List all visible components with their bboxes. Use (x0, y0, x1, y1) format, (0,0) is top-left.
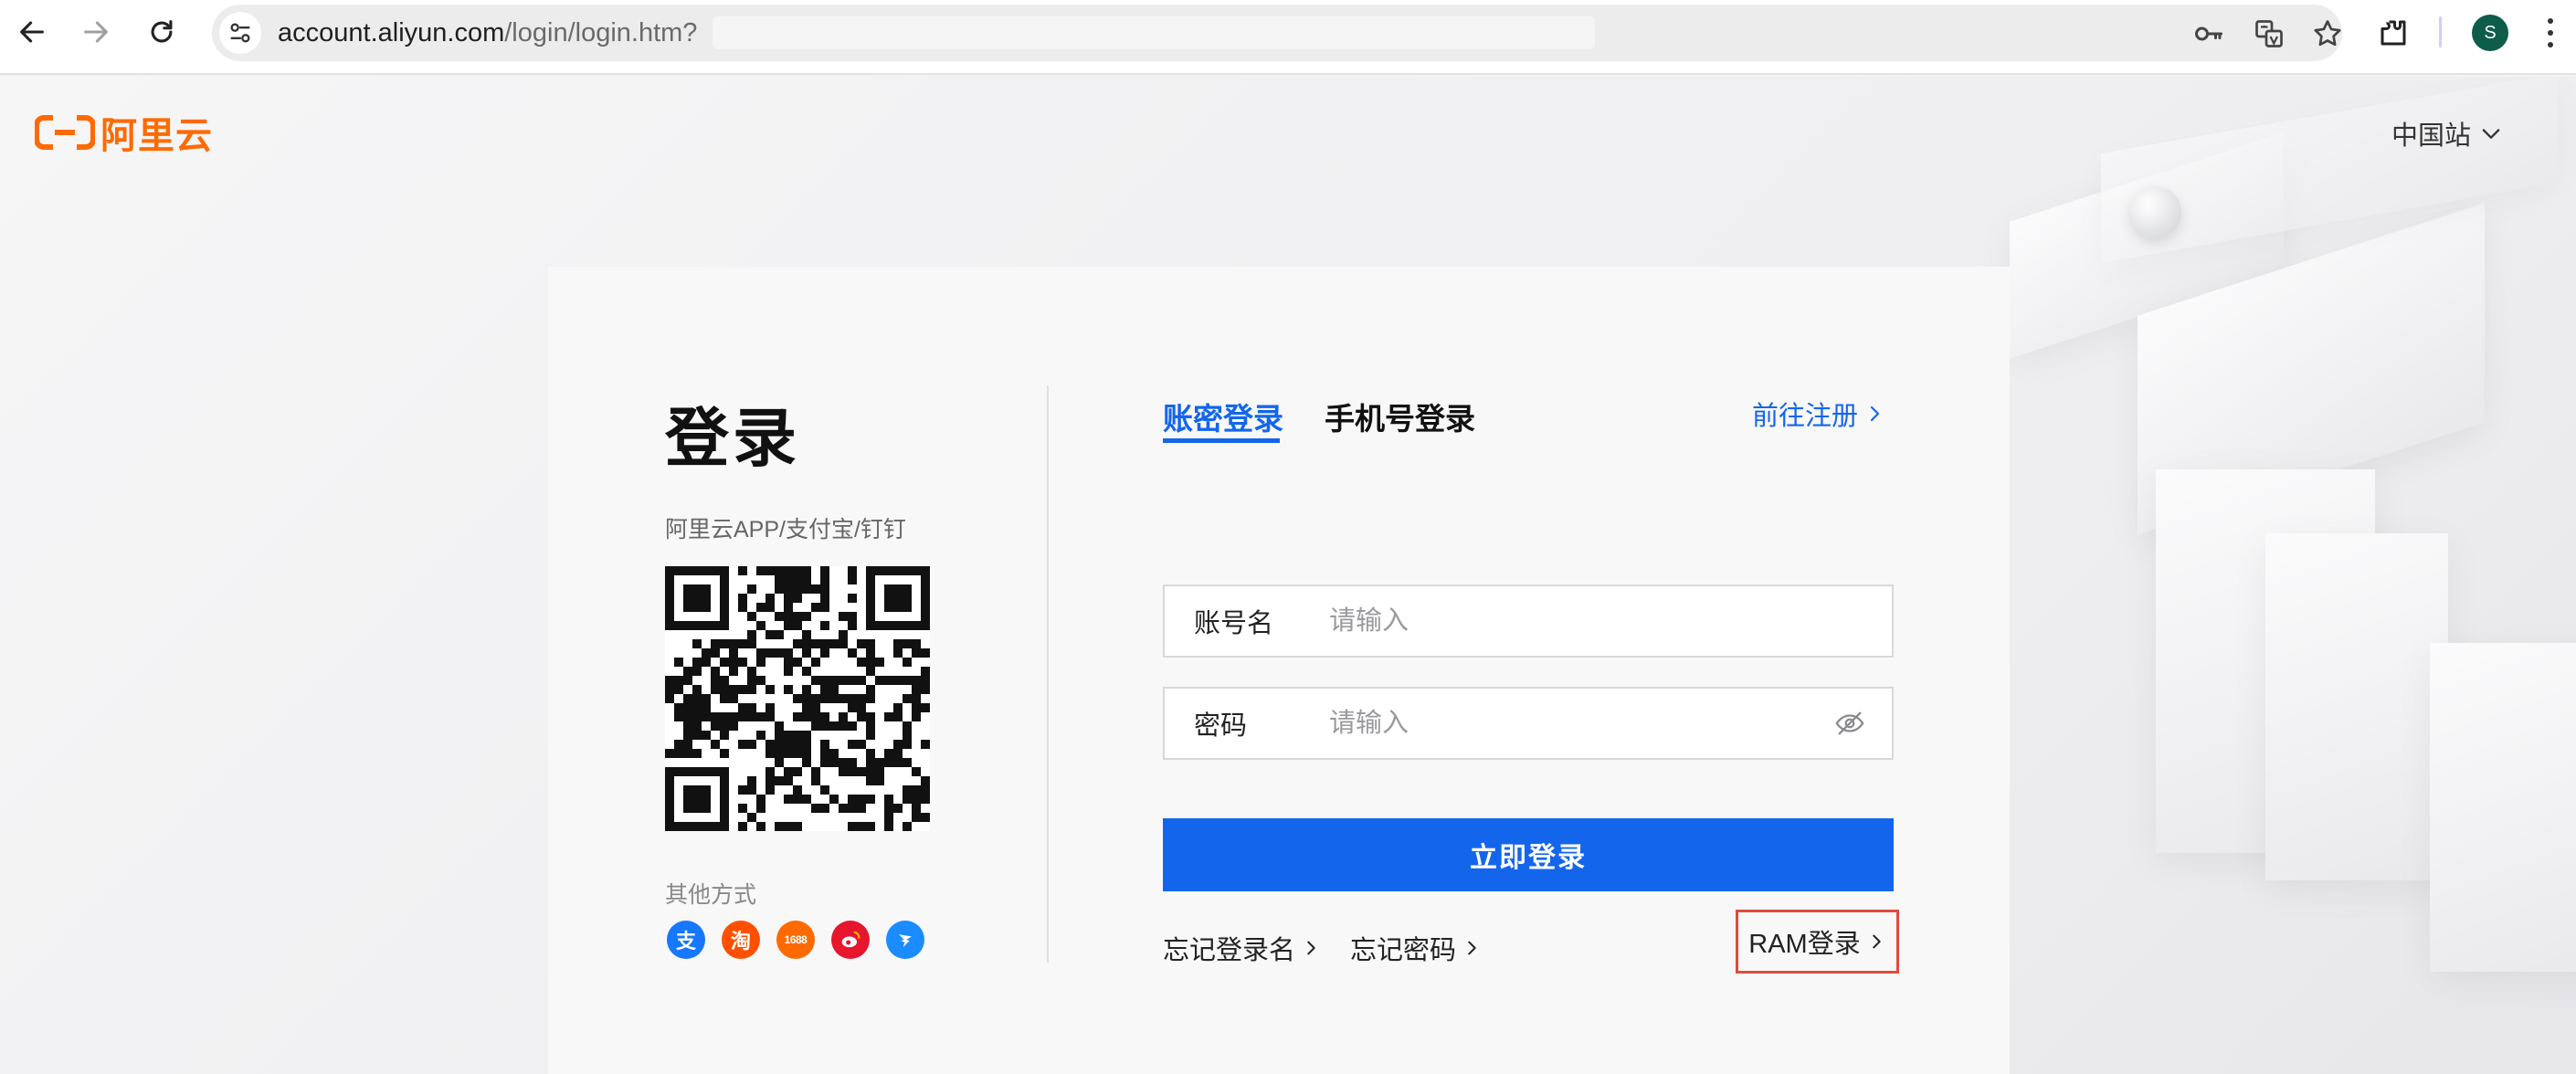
account-field: 账号名 (1163, 584, 1894, 658)
login-page: 阿里云 中国站 登录 阿里云APP/支付宝/钉钉 其他方式 支 淘 1688 账… (0, 77, 2576, 1074)
background-decoration (2265, 533, 2448, 880)
region-selector[interactable]: 中国站 (2391, 113, 2504, 153)
1688-glyph: 1688 (784, 933, 808, 946)
chevron-down-icon (2482, 129, 2500, 139)
weibo-login-icon[interactable] (831, 921, 870, 959)
login-submit-button[interactable]: 立即登录 (1163, 818, 1894, 891)
browser-toolbar: account.aliyun.com/login/login.htm? S (0, 0, 2576, 75)
social-login-list: 支 淘 1688 (667, 921, 924, 959)
login-card: 登录 阿里云APP/支付宝/钉钉 其他方式 支 淘 1688 账密登录 手机号登… (548, 267, 2010, 1074)
password-label: 密码 (1194, 711, 1248, 741)
url-text[interactable]: account.aliyun.com/login/login.htm? (278, 5, 697, 61)
address-bar[interactable]: account.aliyun.com/login/login.htm? (212, 5, 2342, 61)
profile-avatar[interactable]: S (2472, 15, 2508, 51)
url-path: /login/login.htm? (504, 18, 698, 47)
chevron-right-icon (1468, 941, 1476, 955)
dingtalk-login-icon[interactable] (886, 921, 924, 959)
site-info-icon[interactable] (219, 12, 261, 54)
url-redacted (713, 16, 1595, 49)
region-label: 中国站 (2391, 121, 2472, 151)
more-icon[interactable] (2541, 15, 2560, 51)
key-icon[interactable] (2191, 16, 2227, 52)
chevron-right-icon (1307, 941, 1315, 955)
background-sphere (2130, 186, 2181, 237)
forgot-password-link[interactable]: 忘记密码 (1350, 924, 1482, 972)
password-field: 密码 (1163, 687, 1894, 760)
translate-icon[interactable] (2251, 16, 2287, 52)
background-decoration (2101, 77, 2558, 264)
account-label: 账号名 (1194, 609, 1274, 638)
ram-login-link[interactable]: RAM登录 (1736, 910, 1899, 974)
account-input[interactable] (1329, 589, 1892, 653)
url-host: account.aliyun.com (278, 18, 505, 47)
eye-off-icon[interactable] (1832, 705, 1868, 742)
tab-phone-login[interactable]: 手机号登录 (1325, 395, 1475, 438)
taobao-glyph: 淘 (730, 930, 751, 953)
back-arrow-icon[interactable] (11, 11, 53, 53)
chevron-right-icon (1870, 405, 1880, 422)
taobao-login-icon[interactable]: 淘 (722, 921, 760, 959)
other-methods-label: 其他方式 (665, 882, 757, 908)
column-divider (1047, 385, 1049, 963)
alipay-glyph: 支 (675, 930, 696, 953)
aliyun-logo[interactable]: 阿里云 (35, 110, 213, 156)
forgot-password-label: 忘记密码 (1350, 936, 1457, 965)
password-input[interactable] (1329, 691, 1832, 755)
alipay-login-icon[interactable]: 支 (667, 921, 705, 959)
register-link[interactable]: 前往注册 (1752, 395, 1885, 433)
logo-text: 阿里云 (100, 116, 213, 156)
star-icon[interactable] (2309, 16, 2346, 52)
qr-code[interactable] (665, 566, 930, 831)
reload-icon[interactable] (141, 11, 183, 53)
extensions-icon[interactable] (2373, 13, 2413, 53)
chevron-right-icon (1872, 934, 1881, 949)
forgot-login-name-label: 忘记登录名 (1163, 936, 1296, 965)
1688-login-icon[interactable]: 1688 (776, 921, 815, 959)
forgot-login-name-link[interactable]: 忘记登录名 (1163, 924, 1321, 972)
tab-password-login[interactable]: 账密登录 (1163, 395, 1283, 438)
background-decoration (2430, 643, 2576, 972)
ram-login-label: RAM登录 (1748, 930, 1861, 959)
active-tab-indicator (1163, 438, 1280, 443)
forward-arrow-icon[interactable] (75, 11, 117, 53)
qr-caption: 阿里云APP/支付宝/钉钉 (665, 517, 906, 542)
register-label: 前往注册 (1751, 402, 1858, 431)
aliyun-logo-icon (35, 115, 95, 150)
toolbar-separator (2439, 16, 2442, 47)
login-title: 登录 (665, 403, 800, 474)
